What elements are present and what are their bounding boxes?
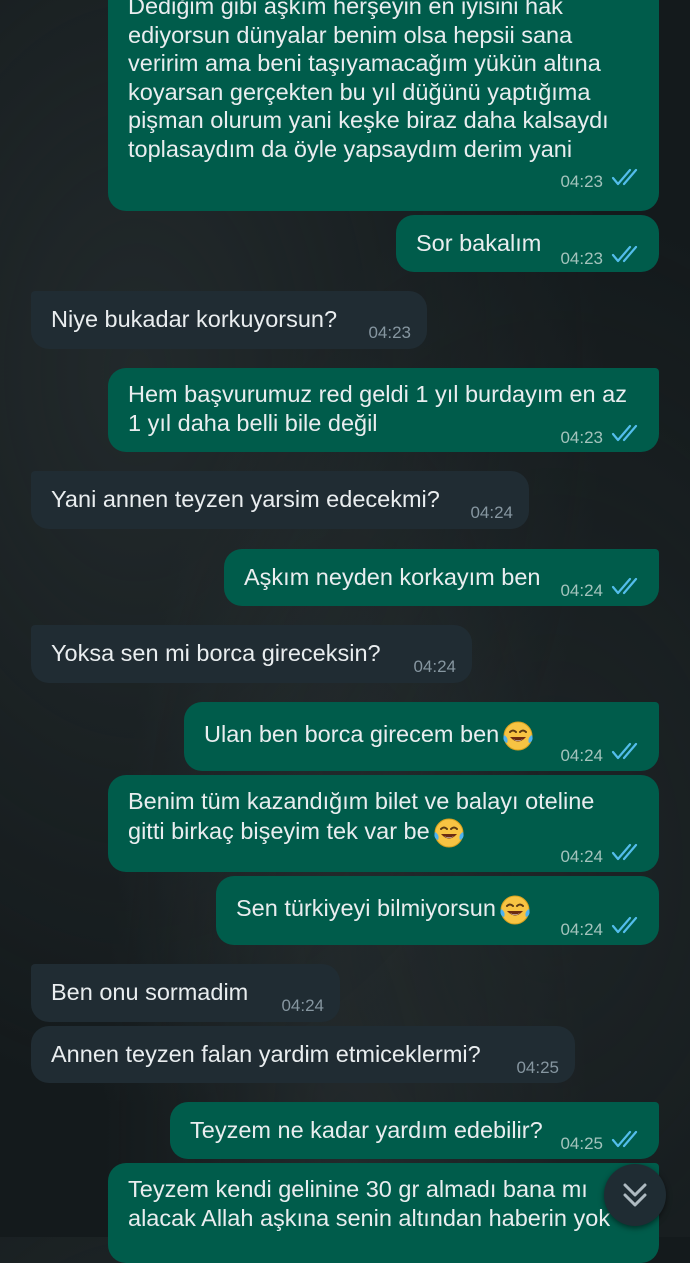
message-text-content: Yani annen teyzen yarsim edecekmi?	[51, 486, 440, 512]
message-text-content: Teyzem ne kadar yardım edebilir?	[190, 1117, 543, 1143]
read-receipt-icon	[611, 577, 638, 595]
message-text: Aşkım neyden korkayım ben	[244, 563, 541, 592]
message-timestamp: 04:25	[560, 1134, 603, 1153]
message-text: Dediğim gibi aşkım herşeyin en iyisini h…	[128, 0, 609, 163]
incoming-message-bubble[interactable]: Annen teyzen falan yardim etmiceklermi? 0…	[31, 1026, 575, 1083]
incoming-message-bubble[interactable]: Yani annen teyzen yarsim edecekmi? 04:24	[31, 471, 529, 529]
message-timestamp: 04:24	[560, 746, 603, 765]
double-chevron-down-icon	[623, 1183, 647, 1207]
message-timestamp: 04:24	[281, 996, 324, 1015]
message-text-content: Dediğim gibi aşkım herşeyin en iyisini h…	[128, 0, 609, 162]
message-timestamp: 04:23	[560, 172, 603, 191]
message-timestamp: 04:23	[560, 249, 603, 268]
message-timestamp: 04:23	[560, 428, 603, 447]
message-timestamp: 04:25	[516, 1058, 559, 1077]
message-text-content: Niye bukadar korkuyorsun?	[51, 306, 338, 332]
message-timestamp: 04:23	[368, 323, 411, 342]
outgoing-message-bubble[interactable]: Aşkım neyden korkayım ben 04:24	[224, 549, 659, 606]
incoming-message-bubble[interactable]: Niye bukadar korkuyorsun? 04:23	[31, 291, 427, 349]
scroll-to-bottom-button[interactable]	[604, 1164, 666, 1226]
read-receipt-icon	[611, 168, 638, 186]
message-text-content: Ben onu sormadim	[51, 979, 249, 1005]
read-receipt-icon	[611, 1130, 638, 1148]
read-receipt-icon	[611, 424, 638, 442]
outgoing-message-bubble[interactable]: Benim tüm kazandığım bilet ve balayı ote…	[108, 775, 659, 872]
chat-area: Dediğim gibi aşkım herşeyin en iyisini h…	[0, 0, 690, 1263]
incoming-message-bubble[interactable]: Ben onu sormadim 04:24	[31, 964, 340, 1022]
message-text: Teyzem ne kadar yardım edebilir?	[190, 1116, 543, 1145]
outgoing-message-bubble[interactable]: Teyzem kendi gelinine 30 gr almadı bana …	[108, 1163, 659, 1263]
message-text-content: Yoksa sen mi borca gireceksin?	[51, 640, 381, 666]
message-text: Sen türkiyeyi bilmiyorsun	[236, 893, 532, 927]
outgoing-message-bubble[interactable]: Hem başvurumuz red geldi 1 yıl burdayım …	[108, 368, 659, 452]
message-text-content: Hem başvurumuz red geldi 1 yıl burdayım …	[128, 381, 627, 436]
outgoing-message-bubble[interactable]: Ulan ben borca girecem ben 04:24	[184, 702, 659, 771]
message-text-content: Teyzem kendi gelinine 30 gr almadı bana …	[128, 1176, 611, 1231]
read-receipt-icon	[611, 916, 638, 934]
message-text: Hem başvurumuz red geldi 1 yıl burdayım …	[128, 380, 627, 437]
message-text-content: Aşkım neyden korkayım ben	[244, 564, 541, 590]
message-text-content: Benim tüm kazandığım bilet ve balayı ote…	[128, 788, 595, 844]
message-timestamp: 04:24	[560, 581, 603, 600]
face-with-tears-of-joy-icon	[434, 818, 464, 847]
message-text-content: Annen teyzen falan yardim etmiceklermi?	[51, 1041, 481, 1067]
message-timestamp: 04:24	[470, 503, 513, 522]
outgoing-message-bubble[interactable]: Sor bakalım 04:23	[396, 215, 659, 272]
message-text: Ben onu sormadim	[51, 978, 248, 1007]
message-text-content: Sen türkiyeyi bilmiyorsun	[236, 895, 496, 922]
message-text: Ulan ben borca girecem ben	[204, 719, 535, 753]
message-text: Yani annen teyzen yarsim edecekmi?	[51, 485, 440, 514]
message-text: Sor bakalım	[416, 229, 541, 258]
message-text: Yoksa sen mi borca gireceksin?	[51, 639, 381, 668]
message-text-content: Ulan ben borca girecem ben	[204, 721, 500, 748]
message-text: Benim tüm kazandığım bilet ve balayı ote…	[128, 787, 594, 850]
outgoing-message-bubble[interactable]: Sen türkiyeyi bilmiyorsun 04:24	[216, 876, 659, 945]
read-receipt-icon	[611, 245, 638, 263]
read-receipt-icon	[611, 742, 638, 760]
face-with-tears-of-joy-icon	[500, 895, 530, 925]
message-text-content: Sor bakalım	[416, 230, 542, 256]
face-with-tears-of-joy-icon	[503, 721, 533, 751]
message-text: Annen teyzen falan yardim etmiceklermi?	[51, 1040, 481, 1069]
outgoing-message-bubble[interactable]: Teyzem ne kadar yardım edebilir? 04:25	[170, 1102, 659, 1159]
message-text: Teyzem kendi gelinine 30 gr almadı bana …	[128, 1175, 610, 1232]
incoming-message-bubble[interactable]: Yoksa sen mi borca gireceksin? 04:24	[31, 625, 472, 683]
message-timestamp: 04:24	[413, 657, 456, 676]
read-receipt-icon	[611, 843, 638, 861]
message-timestamp: 04:24	[560, 847, 603, 866]
message-timestamp: 04:24	[560, 920, 603, 939]
outgoing-message-bubble[interactable]: Dediğim gibi aşkım herşeyin en iyisini h…	[108, 0, 659, 211]
message-text: Niye bukadar korkuyorsun?	[51, 305, 337, 334]
